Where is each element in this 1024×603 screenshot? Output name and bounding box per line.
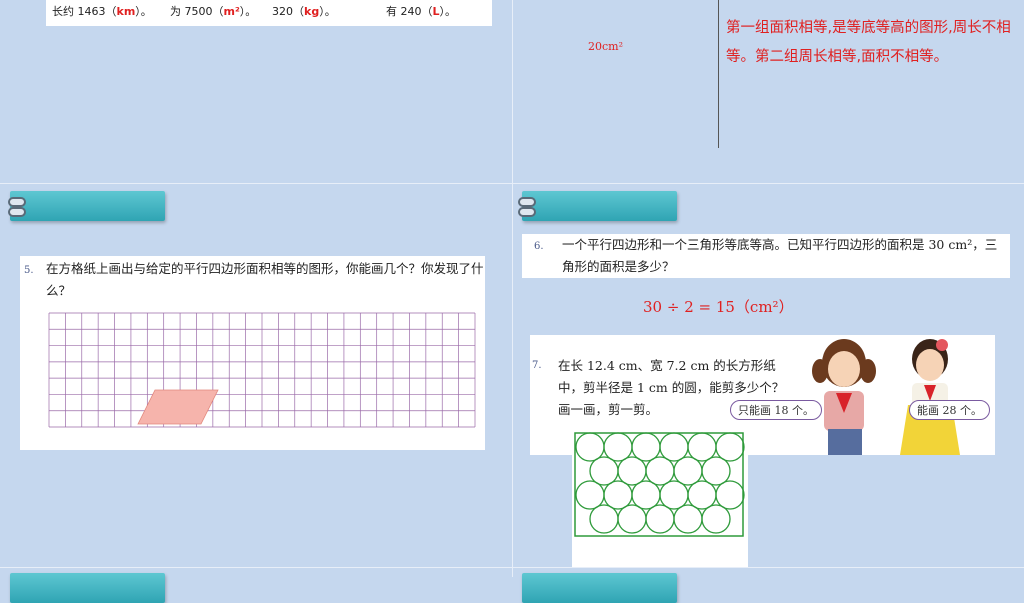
top-left-answer-card: 长约 1463（km）。 为 7500（m²）。 320（kg）。 有 240（… [46, 0, 492, 26]
cut-circle [715, 432, 745, 462]
cut-circle [603, 480, 633, 510]
cut-circle [701, 504, 731, 534]
answer-item-4: 有 240（L）。 [386, 5, 457, 18]
section-tab-right [522, 191, 677, 221]
cut-circle [617, 456, 647, 486]
cut-circle [575, 480, 605, 510]
answer-item-3: 320（kg）。 [272, 5, 336, 18]
section-tab-left [10, 191, 165, 221]
question-5-card: 5. 在方格纸上画出与给定的平行四边形面积相等的图形，你能画几个？你发现了什么？ [20, 256, 485, 450]
cut-circle [631, 480, 661, 510]
cut-circle [589, 504, 619, 534]
cut-circle [687, 432, 717, 462]
given-parallelogram [137, 389, 219, 425]
cut-circle [617, 504, 647, 534]
question-6-card: 6. 一个平行四边形和一个三角形等底等高。已知平行四边形的面积是 30 cm²，… [522, 234, 1010, 278]
cut-circle [645, 456, 675, 486]
cut-circle [659, 432, 689, 462]
answer-item-2: 为 7500（m²）。 [170, 5, 257, 18]
panel-divider-vertical [512, 0, 513, 577]
area-value: 20cm² [588, 40, 623, 53]
explanation-text: 第一组面积相等,是等底等高的图形,周长不相等。第二组周长相等,面积不相等。 [726, 20, 1011, 65]
explanation-box: 第一组面积相等,是等底等高的图形,周长不相等。第二组周长相等,面积不相等。 [722, 0, 1024, 104]
cut-circle [575, 432, 605, 462]
circles-drawing-card [572, 430, 748, 567]
panel-divider-top [0, 183, 1024, 184]
girl-illustration-left [812, 339, 876, 455]
cut-circle [673, 504, 703, 534]
cut-circle [673, 456, 703, 486]
speech-bubble-right: 能画 28 个。 [909, 400, 990, 420]
cut-circle [645, 504, 675, 534]
section-tab-bottom-left [10, 573, 165, 603]
question-5-text: 在方格纸上画出与给定的平行四边形面积相等的图形，你能画几个？你发现了什么？ [46, 261, 484, 298]
question-6-text: 一个平行四边形和一个三角形等底等高。已知平行四边形的面积是 30 cm²，三角形… [562, 237, 998, 274]
section-tab-bottom-right [522, 573, 677, 603]
vertical-rule [718, 0, 719, 148]
girl-illustration-right [900, 339, 960, 455]
question-6-number: 6. [534, 241, 544, 252]
question-7-number: 7. [532, 360, 542, 371]
question-6-answer: 30 ÷ 2 = 15（cm²） [643, 298, 794, 316]
question-5-number: 5. [24, 265, 34, 276]
cut-circle [589, 456, 619, 486]
cut-circle [659, 480, 689, 510]
cut-circle [701, 456, 731, 486]
circles-drawing [574, 432, 745, 537]
panel-divider-bottom [0, 567, 1024, 568]
tab-ring-icon [518, 207, 536, 217]
grid-paper [48, 312, 476, 428]
speech-bubble-left: 只能画 18 个。 [730, 400, 822, 420]
tab-ring-icon [8, 197, 26, 207]
cut-circle [687, 480, 717, 510]
cut-circle [631, 432, 661, 462]
answer-item-1: 长约 1463（km）。 [52, 5, 152, 18]
tab-ring-icon [518, 197, 536, 207]
cut-circle [715, 480, 745, 510]
cut-circle [603, 432, 633, 462]
tab-ring-icon [8, 207, 26, 217]
